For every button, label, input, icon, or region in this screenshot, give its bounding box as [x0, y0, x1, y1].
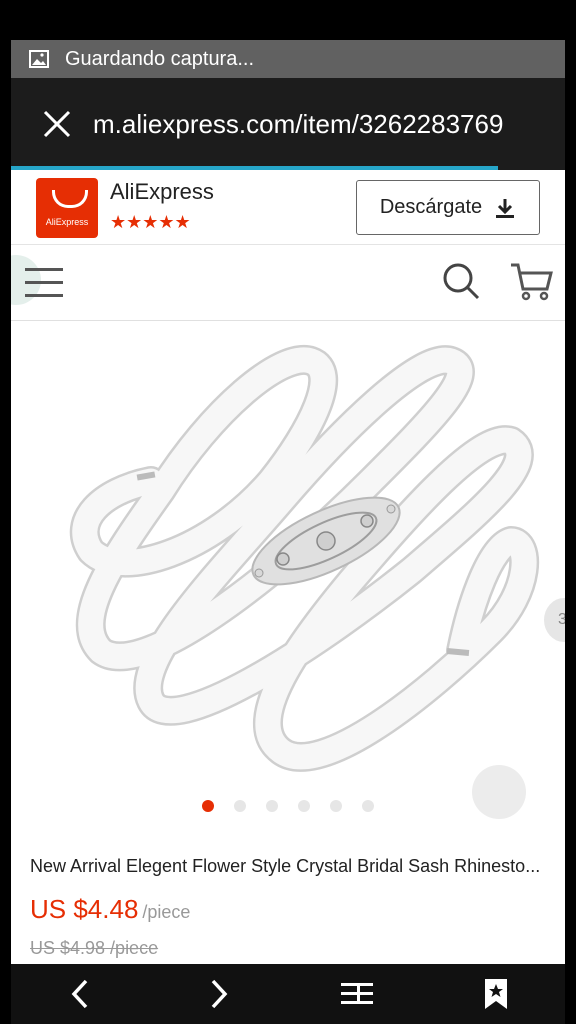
menu-icon[interactable] [25, 268, 63, 298]
tabs-icon[interactable] [337, 974, 377, 1014]
product-price: US $4.48/piece [30, 894, 191, 924]
browser-url-bar[interactable]: m.aliexpress.com/item/3262283769 [11, 78, 565, 170]
pagination-dot[interactable] [266, 800, 278, 812]
app-name: AliExpress [110, 179, 214, 204]
download-label: Descárgate [379, 196, 483, 218]
forward-arrow-icon[interactable] [199, 974, 239, 1014]
bookmark-icon[interactable] [476, 974, 516, 1014]
pagination-dot[interactable] [202, 800, 214, 812]
back-arrow-icon[interactable] [60, 974, 100, 1014]
web-page: AliExpress AliExpress ★★★★★ Descárgate 3… [11, 170, 565, 964]
pagination-dot[interactable] [298, 800, 310, 812]
browser-bottom-bar [11, 964, 565, 1024]
app-download-banner: AliExpress AliExpress ★★★★★ Descárgate [11, 170, 565, 245]
cart-icon[interactable] [509, 261, 553, 303]
status-notification: Guardando captura... [11, 40, 565, 78]
original-price: US $4.98 /piece [30, 938, 159, 958]
product-title[interactable]: New Arrival Elegent Flower Style Crystal… [30, 856, 550, 877]
notification-text: Guardando captura... [65, 47, 255, 70]
download-button[interactable]: Descárgate [356, 180, 540, 235]
search-icon[interactable] [441, 261, 481, 301]
gallery-pagination [11, 800, 565, 812]
aliexpress-logo[interactable]: AliExpress [36, 178, 98, 238]
app-rating: ★★★★★ [110, 212, 191, 232]
pagination-dot[interactable] [234, 800, 246, 812]
product-image[interactable] [11, 321, 565, 821]
download-icon [494, 197, 516, 219]
close-icon[interactable] [41, 108, 73, 140]
pagination-dot[interactable] [330, 800, 342, 812]
price-unit: /piece [142, 902, 191, 922]
url-text[interactable]: m.aliexpress.com/item/3262283769 [93, 109, 503, 140]
pagination-dot[interactable] [362, 800, 374, 812]
image-icon [29, 49, 49, 69]
site-header [11, 245, 565, 321]
